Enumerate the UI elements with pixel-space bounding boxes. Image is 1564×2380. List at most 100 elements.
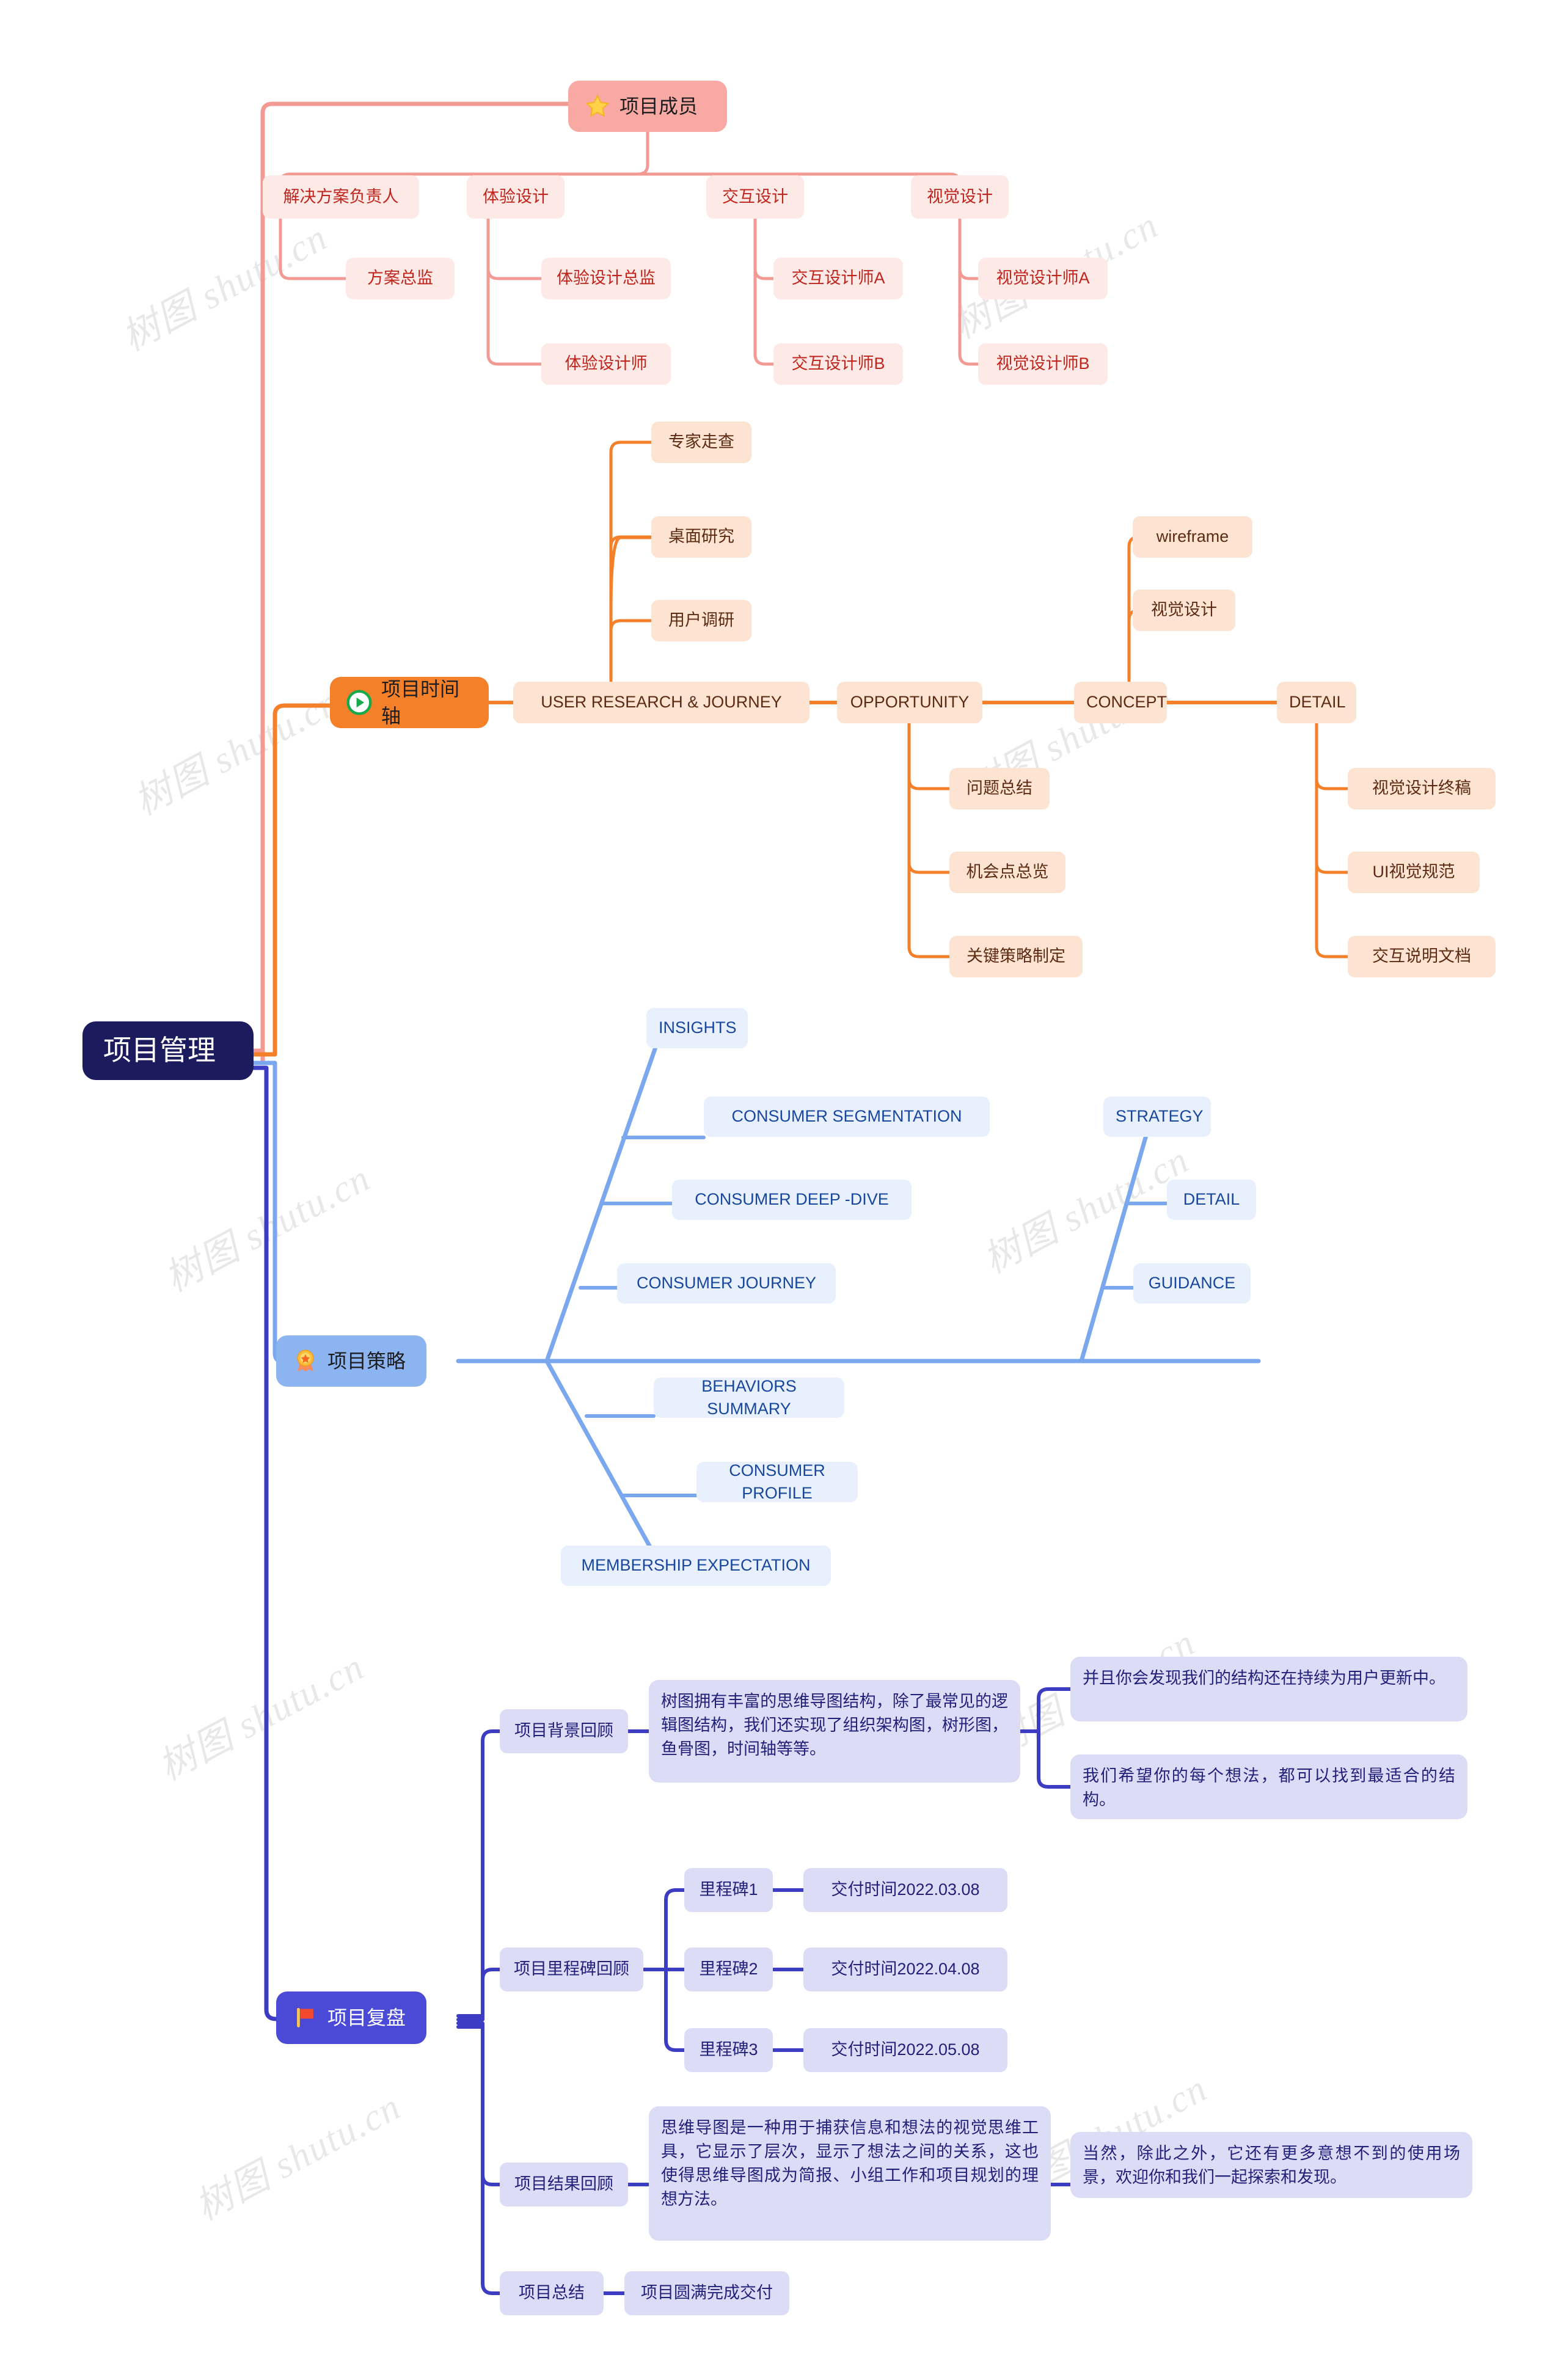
timeline-task[interactable]: 视觉设计终稿 — [1348, 768, 1496, 809]
member-role-label: 交互设计 — [722, 187, 788, 206]
strategy-bone-label: STRATEGY — [1116, 1107, 1204, 1126]
review-note[interactable]: 思维导图是一种用于捕获信息和想法的视觉思维工具，它显示了层次，显示了想法之间的关… — [649, 2106, 1051, 2241]
strategy-bone-child-label: GUIDANCE — [1148, 1274, 1236, 1293]
strategy-bone[interactable]: INSIGHTS — [646, 1008, 748, 1048]
member-person[interactable]: 交互设计师B — [773, 343, 903, 385]
review-note-text: 树图拥有丰富的思维导图结构，除了最常见的逻辑图结构，我们还实现了组织架构图，树形… — [661, 1692, 1008, 1759]
strategy-bone-child[interactable]: BEHAVIORS SUMMARY — [654, 1377, 844, 1418]
review-topic[interactable]: 项目背景回顾 — [500, 1709, 628, 1753]
timeline-task-label: 视觉设计终稿 — [1372, 779, 1471, 798]
milestone-date[interactable]: 交付时间2022.03.08 — [803, 1868, 1007, 1912]
branch-strategy[interactable]: 项目策略 — [276, 1335, 426, 1387]
branch-timeline-label: 项目时间轴 — [381, 677, 460, 727]
review-note[interactable]: 树图拥有丰富的思维导图结构，除了最常见的逻辑图结构，我们还实现了组织架构图，树形… — [649, 1680, 1020, 1783]
timeline-task-label: UI视觉规范 — [1372, 863, 1455, 882]
member-person[interactable]: 交互设计师A — [773, 258, 903, 299]
strategy-bone-child[interactable]: CONSUMER JOURNEY — [617, 1263, 836, 1304]
watermark: 树图 shutu.cn — [158, 1157, 378, 1301]
timeline-stage[interactable]: CONCEPT — [1074, 682, 1167, 723]
review-topic[interactable]: 项目总结 — [500, 2271, 604, 2315]
branch-timeline[interactable]: 项目时间轴 — [330, 677, 489, 728]
review-topic[interactable]: 项目结果回顾 — [500, 2163, 628, 2207]
timeline-stage[interactable]: USER RESEARCH & JOURNEY — [513, 682, 809, 723]
milestone-date-label: 交付时间2022.04.08 — [831, 1960, 980, 1979]
timeline-stage[interactable]: DETAIL — [1277, 682, 1356, 723]
member-role[interactable]: 解决方案负责人 — [263, 175, 419, 219]
member-person[interactable]: 视觉设计师B — [978, 343, 1108, 385]
timeline-task-label: 交互说明文档 — [1372, 947, 1471, 966]
milestone-label: 里程碑2 — [699, 1960, 758, 1979]
milestone[interactable]: 里程碑1 — [684, 1868, 773, 1912]
review-summary[interactable]: 项目圆满完成交付 — [624, 2271, 789, 2315]
member-role[interactable]: 交互设计 — [706, 175, 804, 219]
watermark: 树图 shutu.cn — [152, 1646, 371, 1789]
branch-review[interactable]: 项目复盘 — [276, 1991, 426, 2044]
review-topic-label: 项目背景回顾 — [514, 1721, 613, 1740]
milestone-label: 里程碑3 — [699, 2040, 758, 2059]
member-person-label: 交互设计师B — [791, 354, 885, 373]
strategy-bone-child[interactable]: CONSUMER SEGMENTATION — [704, 1097, 990, 1137]
strategy-bone-child[interactable]: DETAIL — [1167, 1180, 1256, 1220]
watermark: 树图 shutu.cn — [115, 216, 335, 360]
member-person-label: 体验设计师 — [565, 354, 648, 373]
review-subnote-text: 我们希望你的每个想法，都可以找到最适合的结构。 — [1083, 1767, 1455, 1809]
timeline-task-label: 桌面研究 — [668, 527, 734, 546]
member-role[interactable]: 体验设计 — [467, 175, 565, 219]
branch-members[interactable]: 项目成员 — [568, 81, 727, 132]
member-role-label: 视觉设计 — [927, 187, 993, 206]
flag-icon — [292, 2004, 319, 2031]
timeline-task[interactable]: 用户调研 — [651, 600, 751, 641]
member-role-label: 解决方案负责人 — [283, 187, 399, 206]
timeline-task[interactable]: 交互说明文档 — [1348, 936, 1496, 977]
timeline-task[interactable]: wireframe — [1133, 516, 1252, 558]
member-person[interactable]: 体验设计总监 — [541, 258, 671, 299]
timeline-task[interactable]: UI视觉规范 — [1348, 852, 1480, 893]
strategy-bone-child[interactable]: CONSUMER DEEP -DIVE — [672, 1180, 912, 1220]
milestone[interactable]: 里程碑3 — [684, 2028, 773, 2072]
member-person-label: 方案总监 — [367, 269, 433, 288]
member-person[interactable]: 视觉设计师A — [978, 258, 1108, 299]
branch-members-label: 项目成员 — [619, 95, 698, 117]
member-person[interactable]: 方案总监 — [346, 258, 455, 299]
timeline-task[interactable]: 问题总结 — [949, 768, 1050, 809]
branch-review-label: 项目复盘 — [327, 2006, 406, 2029]
watermark: 树图 shutu.cn — [188, 2086, 408, 2229]
review-topic-label: 项目总结 — [519, 2283, 585, 2302]
play-circle-icon — [346, 689, 373, 716]
review-subnote[interactable]: 并且你会发现我们的结构还在持续为用户更新中。 — [1070, 1657, 1467, 1721]
member-role-label: 体验设计 — [483, 187, 549, 206]
star-icon — [584, 93, 611, 120]
review-subnote-text: 当然，除此之外，它还有更多意想不到的使用场景，欢迎你和我们一起探索和发现。 — [1083, 2144, 1460, 2187]
root-node[interactable]: 项目管理 — [82, 1021, 254, 1080]
strategy-bone-label: INSIGHTS — [659, 1018, 737, 1037]
timeline-task[interactable]: 桌面研究 — [651, 516, 751, 558]
medal-icon — [292, 1348, 319, 1374]
milestone-date-label: 交付时间2022.03.08 — [831, 1880, 980, 1899]
strategy-bone-child[interactable]: GUIDANCE — [1133, 1263, 1251, 1304]
timeline-task[interactable]: 关键策略制定 — [949, 936, 1083, 977]
timeline-task[interactable]: 视觉设计 — [1133, 590, 1235, 631]
timeline-task[interactable]: 机会点总览 — [949, 852, 1065, 893]
review-subnote[interactable]: 我们希望你的每个想法，都可以找到最适合的结构。 — [1070, 1754, 1467, 1819]
strategy-bone[interactable]: MEMBERSHIP EXPECTATION — [561, 1546, 831, 1586]
strategy-bone-child-label: CONSUMER PROFILE — [729, 1461, 830, 1502]
review-topic[interactable]: 项目里程碑回顾 — [500, 1947, 643, 1991]
member-person[interactable]: 体验设计师 — [541, 343, 671, 385]
timeline-task-label: 问题总结 — [967, 779, 1032, 798]
milestone[interactable]: 里程碑2 — [684, 1947, 773, 1991]
strategy-bone-child[interactable]: CONSUMER PROFILE — [696, 1461, 858, 1502]
milestone-date[interactable]: 交付时间2022.04.08 — [803, 1947, 1007, 1991]
timeline-stage-label: DETAIL — [1289, 693, 1346, 712]
strategy-bone-child-label: DETAIL — [1183, 1190, 1240, 1209]
watermark: 树图 shutu.cn — [976, 1139, 1196, 1282]
milestone-label: 里程碑1 — [699, 1880, 758, 1899]
member-role[interactable]: 视觉设计 — [911, 175, 1009, 219]
timeline-stage-label: OPPORTUNITY — [850, 693, 970, 712]
timeline-stage[interactable]: OPPORTUNITY — [837, 682, 982, 723]
timeline-task[interactable]: 专家走查 — [651, 422, 751, 463]
review-subnote[interactable]: 当然，除此之外，它还有更多意想不到的使用场景，欢迎你和我们一起探索和发现。 — [1070, 2132, 1472, 2198]
strategy-bone-child-label: CONSUMER SEGMENTATION — [731, 1107, 962, 1126]
milestone-date[interactable]: 交付时间2022.05.08 — [803, 2028, 1007, 2072]
timeline-task-label: 专家走查 — [668, 433, 734, 451]
strategy-bone[interactable]: STRATEGY — [1103, 1097, 1211, 1137]
